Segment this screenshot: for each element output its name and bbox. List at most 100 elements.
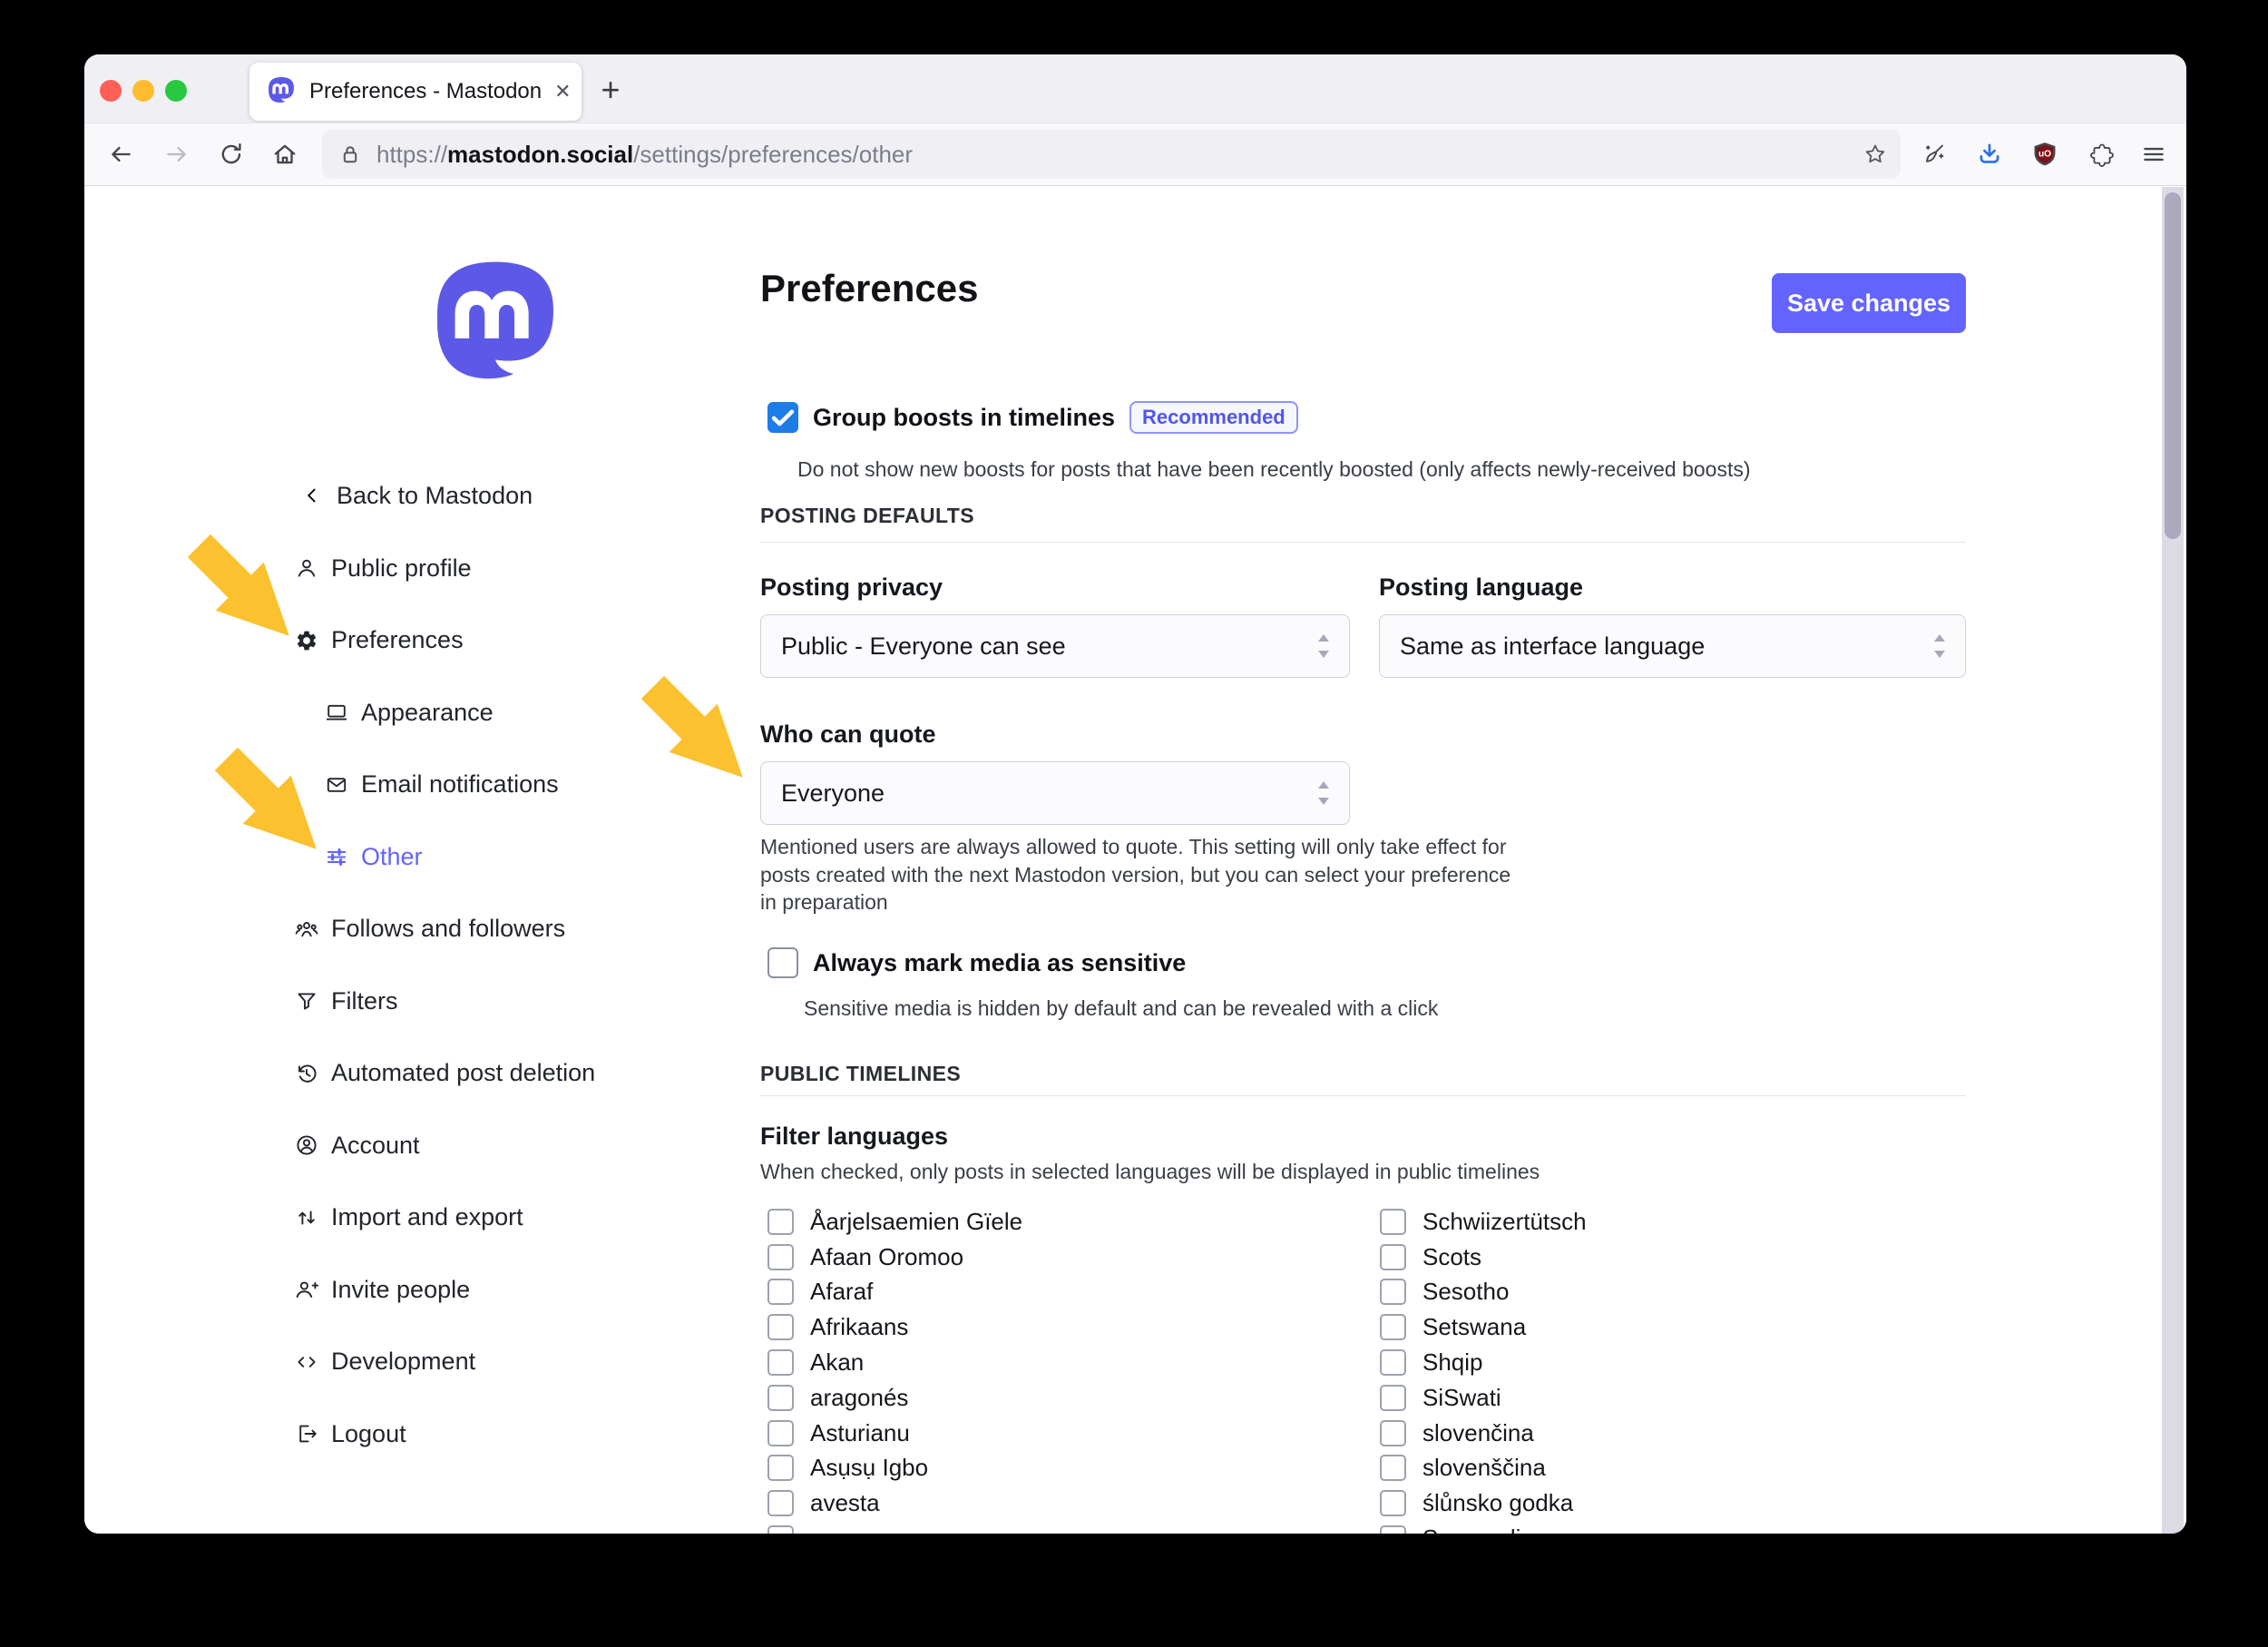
sidebar-item-development[interactable]: Development [295, 1342, 475, 1382]
posting-privacy-select[interactable]: Public - Everyone can see [760, 614, 1350, 678]
scrollbar-thumb[interactable] [2165, 192, 2181, 539]
language-checkbox[interactable] [767, 1349, 794, 1376]
language-checkbox[interactable] [767, 1490, 794, 1516]
annotation-arrow-preferences [172, 519, 299, 646]
section-public-timelines: PUBLIC TIMELINES [760, 1062, 961, 1086]
group-boosts-checkbox[interactable] [767, 402, 798, 433]
chevron-left-icon [300, 484, 324, 507]
forward-icon[interactable] [157, 134, 197, 174]
monitor-icon [325, 701, 348, 724]
select-arrows-icon [1315, 777, 1333, 809]
sidebar-item-other[interactable]: Other [325, 837, 423, 877]
home-icon[interactable] [265, 134, 305, 174]
language-checkbox-row[interactable]: Akan [767, 1345, 1348, 1380]
reload-icon[interactable] [211, 134, 251, 174]
language-checkbox[interactable] [1380, 1455, 1406, 1481]
sidebar-item-invite-people[interactable]: Invite people [295, 1270, 470, 1309]
sidebar-item-logout[interactable]: Logout [295, 1414, 406, 1454]
sensitive-media-row: Always mark media as sensitive [767, 947, 1186, 978]
section-posting-defaults: POSTING DEFAULTS [760, 504, 974, 528]
language-checkbox-row[interactable]: SiSwati [1380, 1380, 1960, 1416]
ublock-shield-icon[interactable]: uO [2025, 134, 2065, 174]
language-checkbox[interactable] [1380, 1314, 1406, 1340]
page-title: Preferences [760, 267, 979, 310]
language-checkbox[interactable] [767, 1420, 794, 1446]
clear-browsing-broom-icon[interactable] [1914, 134, 1954, 174]
language-checkbox[interactable] [767, 1244, 794, 1270]
language-checkbox[interactable] [1380, 1420, 1406, 1446]
browser-tab[interactable]: Preferences - Mastodon ✕ [249, 63, 582, 121]
language-checkbox[interactable] [767, 1314, 794, 1340]
language-checkbox[interactable] [767, 1279, 794, 1305]
sensitive-media-hint: Sensitive media is hidden by default and… [804, 995, 1438, 1023]
language-checkbox[interactable] [1380, 1349, 1406, 1376]
divider [760, 542, 1966, 543]
page-content: Back to Mastodon Public profile Preferen… [84, 187, 2186, 1534]
sidebar-item-public-profile[interactable]: Public profile [295, 548, 472, 588]
extensions-puzzle-icon[interactable] [2082, 134, 2122, 174]
sidebar-item-email-notifications[interactable]: Email notifications [325, 765, 559, 805]
language-checkbox-row[interactable]: Shqip [1380, 1345, 1960, 1380]
language-list-column-2: Schwiizertütsch Scots Sesotho Setswana S… [1380, 1204, 1960, 1534]
language-checkbox-row[interactable]: slovenčina [1380, 1416, 1960, 1451]
recommended-badge: Recommended [1129, 401, 1298, 434]
sidebar-item-account[interactable]: Account [295, 1125, 420, 1165]
bookmark-star-icon[interactable] [1857, 136, 1893, 172]
save-changes-button[interactable]: Save changes [1772, 273, 1966, 333]
language-checkbox-row[interactable]: Afaraf [767, 1275, 1348, 1310]
tab-title: Preferences - Mastodon [309, 79, 542, 104]
language-checkbox-row[interactable]: ślůnsko godka [1380, 1485, 1960, 1521]
posting-language-select[interactable]: Same as interface language [1379, 614, 1966, 678]
language-checkbox[interactable] [1380, 1490, 1406, 1516]
language-checkbox-row[interactable]: Asturianu [767, 1416, 1348, 1451]
language-checkbox-row[interactable]: Soomaaliga [1380, 1521, 1960, 1534]
sidebar-item-import-and-export[interactable]: Import and export [295, 1198, 523, 1238]
language-checkbox-row[interactable]: avesta [767, 1485, 1348, 1521]
url-bar[interactable]: https://mastodon.social/settings/prefere… [322, 130, 1901, 179]
language-checkbox-row[interactable]: Afrikaans [767, 1309, 1348, 1345]
language-checkbox-row[interactable]: Åarjelsaemien Gïele [767, 1204, 1348, 1240]
language-checkbox-row[interactable]: Asụsụ Igbo [767, 1451, 1348, 1486]
language-checkbox[interactable] [1380, 1385, 1406, 1411]
menu-hamburger-icon[interactable] [2134, 134, 2174, 174]
sidebar-item-filters[interactable]: Filters [295, 981, 398, 1021]
language-checkbox[interactable] [767, 1209, 794, 1235]
language-checkbox-row[interactable]: Sesotho [1380, 1275, 1960, 1310]
language-checkbox-row[interactable]: Setswana [1380, 1309, 1960, 1345]
language-checkbox[interactable] [767, 1385, 794, 1411]
window-zoom-button[interactable] [165, 80, 187, 102]
new-tab-button[interactable]: + [590, 69, 631, 111]
language-checkbox-row[interactable]: aymar aru [767, 1521, 1348, 1534]
language-checkbox-row[interactable]: Schwiizertütsch [1380, 1204, 1960, 1240]
scrollbar-track[interactable] [2162, 187, 2184, 1534]
language-checkbox[interactable] [767, 1525, 794, 1534]
browser-toolbar: https://mastodon.social/settings/prefere… [84, 123, 2186, 186]
sidebar-item-appearance[interactable]: Appearance [325, 692, 494, 732]
tab-close-icon[interactable]: ✕ [554, 80, 571, 103]
back-to-mastodon-label: Back to Mastodon [337, 482, 533, 510]
select-arrows-icon [1315, 630, 1333, 662]
language-checkbox-row[interactable]: Scots [1380, 1240, 1960, 1275]
language-checkbox-row[interactable]: aragonés [767, 1380, 1348, 1416]
person-add-icon [295, 1278, 318, 1301]
language-checkbox-row[interactable]: slovenščina [1380, 1451, 1960, 1486]
sidebar-item-automated-post-deletion[interactable]: Automated post deletion [295, 1054, 595, 1093]
people-icon [295, 917, 318, 941]
window-close-button[interactable] [100, 80, 122, 102]
sensitive-media-checkbox[interactable] [767, 947, 798, 978]
sidebar-item-preferences[interactable]: Preferences [295, 621, 464, 661]
language-checkbox[interactable] [767, 1455, 794, 1481]
window-minimize-button[interactable] [132, 80, 154, 102]
language-checkbox[interactable] [1380, 1279, 1406, 1305]
who-can-quote-select[interactable]: Everyone [760, 761, 1350, 825]
history-icon [295, 1062, 318, 1085]
back-to-mastodon-link[interactable]: Back to Mastodon [300, 475, 533, 515]
filter-languages-hint: When checked, only posts in selected lan… [760, 1158, 1540, 1186]
language-checkbox-row[interactable]: Afaan Oromoo [767, 1240, 1348, 1275]
language-checkbox[interactable] [1380, 1244, 1406, 1270]
download-icon[interactable] [1970, 134, 2009, 174]
back-icon[interactable] [101, 134, 141, 174]
language-checkbox[interactable] [1380, 1209, 1406, 1235]
language-checkbox[interactable] [1380, 1525, 1406, 1534]
sidebar-item-follows-and-followers[interactable]: Follows and followers [295, 909, 565, 949]
